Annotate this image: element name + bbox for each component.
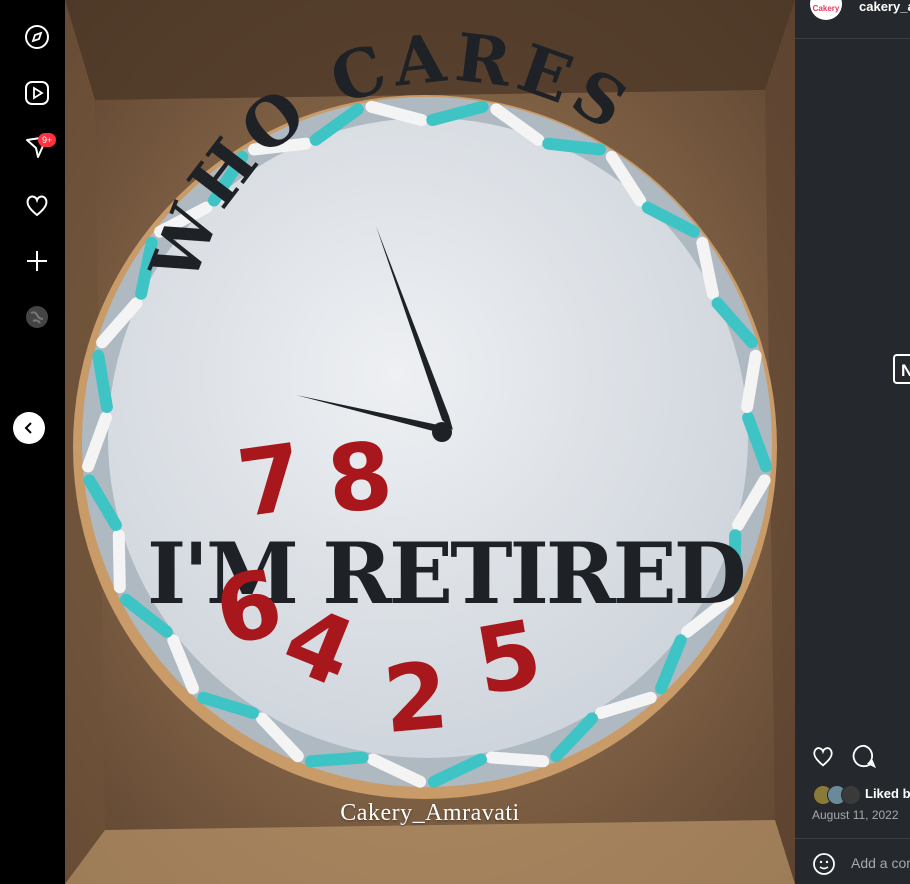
comment-bubble-icon[interactable] bbox=[851, 743, 877, 769]
post-photo: WHO CARES I'M RETIRED 7 8 6 4 2 5 Cakery… bbox=[65, 0, 795, 884]
reels-icon[interactable] bbox=[23, 79, 51, 107]
sprinkle bbox=[304, 751, 369, 768]
sprinkle bbox=[485, 751, 550, 768]
sprinkle bbox=[542, 137, 606, 156]
liker-avatar bbox=[841, 785, 861, 805]
avatar-logo-text: Cakery bbox=[812, 3, 840, 13]
sprinkle bbox=[741, 349, 762, 414]
like-heart-icon[interactable] bbox=[810, 743, 836, 769]
post-details-panel: Cakery cakery_a N Liked b August 11, 202… bbox=[795, 0, 910, 884]
next-post-button[interactable]: N bbox=[893, 354, 910, 384]
heart-icon[interactable] bbox=[23, 191, 51, 219]
profile-globe-icon[interactable] bbox=[23, 303, 51, 331]
sprinkle bbox=[112, 529, 126, 594]
cake-digit: 2 bbox=[379, 642, 452, 754]
post-date: August 11, 2022 bbox=[812, 808, 899, 822]
emoji-icon[interactable] bbox=[812, 852, 836, 881]
plus-icon[interactable] bbox=[23, 247, 51, 275]
left-nav-rail: 9+ bbox=[0, 0, 65, 884]
sprinkle bbox=[92, 349, 113, 414]
chevron-left-icon bbox=[24, 422, 32, 434]
cake-digit: 8 bbox=[322, 421, 397, 534]
comment-bar: Add a com bbox=[795, 838, 910, 884]
previous-post-button[interactable] bbox=[13, 412, 45, 444]
notification-badge: 9+ bbox=[38, 133, 57, 147]
post-header: Cakery cakery_a bbox=[795, 0, 910, 39]
compass-icon[interactable] bbox=[23, 23, 51, 51]
cake-image: WHO CARES I'M RETIRED 7 8 6 4 2 5 bbox=[65, 0, 795, 884]
liked-by-text[interactable]: Liked b bbox=[865, 786, 910, 801]
comment-input[interactable]: Add a com bbox=[851, 855, 910, 871]
username-link[interactable]: cakery_a bbox=[859, 0, 910, 14]
photo-watermark: Cakery_Amravati bbox=[340, 800, 520, 826]
avatar[interactable]: Cakery bbox=[810, 0, 842, 20]
